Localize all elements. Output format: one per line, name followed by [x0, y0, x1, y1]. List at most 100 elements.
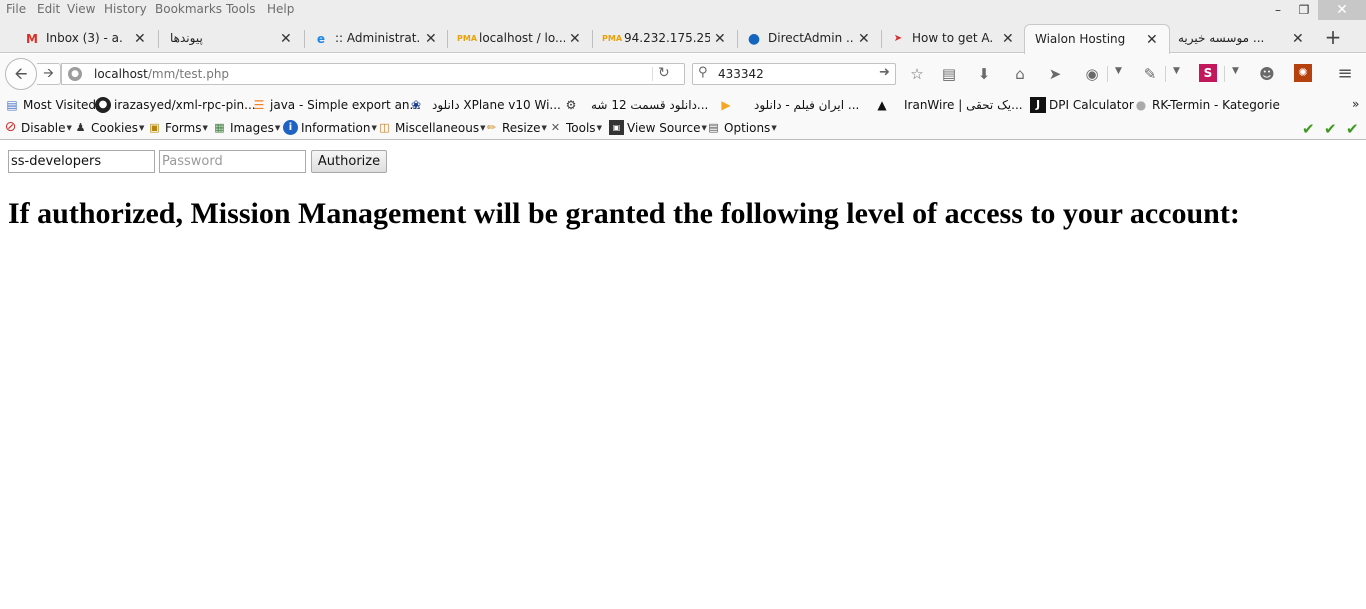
- menu-view[interactable]: View: [67, 2, 95, 16]
- tab-title: Wialon Hosting: [1035, 32, 1126, 46]
- tab-separator: [592, 30, 593, 48]
- checkmark-icon[interactable]: ✔: [1324, 120, 1337, 138]
- directadmin-icon: ●: [747, 31, 761, 47]
- close-icon[interactable]: ✕: [858, 31, 870, 47]
- checkmark-icon[interactable]: ✔: [1346, 120, 1359, 138]
- back-button[interactable]: 🡨: [5, 58, 37, 90]
- chevron-down-icon[interactable]: ▼: [1232, 66, 1239, 76]
- dev-cookies-menu[interactable]: ♟ Cookies▼: [73, 120, 145, 138]
- dev-menu-label: Cookies: [91, 120, 138, 135]
- forward-button[interactable]: 🡪: [37, 63, 61, 85]
- reload-icon[interactable]: ↻: [658, 65, 670, 81]
- navigation-toolbar: 🡨 🡪 ● localhost/mm/test.php ↻ ⚲ 433342 ➜…: [0, 54, 1366, 94]
- url-divider: [652, 67, 653, 81]
- url-text[interactable]: localhost/mm/test.php: [94, 67, 229, 81]
- hamburger-menu-icon[interactable]: ≡: [1335, 64, 1355, 84]
- menu-bookmarks[interactable]: Bookmarks: [155, 2, 222, 16]
- authorize-button[interactable]: Authorize: [311, 150, 387, 173]
- bookmark-rk-termin[interactable]: ● RK-Termin - Kategorie: [1133, 97, 1280, 115]
- username-field[interactable]: [8, 150, 155, 173]
- firebug-icon[interactable]: ✺: [1294, 64, 1312, 82]
- chevron-down-icon[interactable]: ▼: [1173, 66, 1180, 76]
- dev-resize-menu[interactable]: ✏ Resize▼: [484, 120, 547, 138]
- send-icon[interactable]: ➤: [1045, 64, 1065, 84]
- bookmark-github[interactable]: ● irazasyed/xml-rpc-pin...: [95, 97, 256, 115]
- stackoverflow-icon: ☰: [253, 98, 265, 112]
- restore-icon[interactable]: ❐: [1291, 0, 1317, 20]
- forms-icon: ▣: [149, 121, 160, 134]
- menu-help[interactable]: Help: [267, 2, 294, 16]
- dev-information-menu[interactable]: i Information▼: [283, 120, 377, 138]
- close-icon[interactable]: ✕: [1292, 31, 1304, 47]
- menu-file[interactable]: File: [6, 2, 26, 16]
- close-icon[interactable]: ✕: [1146, 32, 1158, 48]
- dev-miscellaneous-menu[interactable]: ◫ Miscellaneous▼: [377, 120, 485, 138]
- close-icon[interactable]: ✕: [280, 31, 292, 47]
- close-icon[interactable]: ✕: [1002, 31, 1014, 47]
- triangle-icon: ▲: [877, 98, 887, 112]
- minimize-icon[interactable]: –: [1265, 0, 1291, 20]
- menu-history[interactable]: History: [104, 2, 147, 16]
- web-developer-toolbar: ⊘ Disable▼ ♟ Cookies▼ ▣ Forms▼ ▦ Images▼ i In…: [0, 117, 1366, 140]
- close-icon[interactable]: ✕: [569, 31, 581, 47]
- tab-links[interactable]: پیوندها ✕: [170, 25, 296, 53]
- close-icon[interactable]: ✕: [134, 31, 146, 47]
- close-icon[interactable]: ✕: [425, 31, 437, 47]
- tab-inbox[interactable]: M Inbox (3) - a... ✕: [24, 25, 150, 53]
- dev-menu-label: Options: [724, 120, 771, 135]
- tab-administrator[interactable]: e :: Administrat... ✕: [313, 25, 439, 53]
- transformers-icon: ⚙: [565, 98, 577, 112]
- dev-disable-menu[interactable]: ⊘ Disable▼: [3, 120, 72, 138]
- dev-menu-label: Images: [230, 120, 274, 135]
- password-field[interactable]: [159, 150, 306, 173]
- dev-tools-menu[interactable]: ✕ Tools▼: [548, 120, 602, 138]
- tab-charity[interactable]: موسسه خیریه ... ✕: [1178, 25, 1308, 53]
- bookmark-label: دانلود قسمت 12 شه...: [591, 98, 709, 112]
- dev-view-source-menu[interactable]: ▣ View Source▼: [609, 120, 707, 138]
- close-window-icon[interactable]: ✕: [1318, 0, 1366, 20]
- chevron-down-icon[interactable]: ▼: [1115, 66, 1122, 76]
- tab-title: پیوندها: [170, 31, 203, 45]
- eye-icon[interactable]: ◉: [1082, 64, 1102, 84]
- bookmark-star-icon[interactable]: ☆: [907, 64, 927, 84]
- tab-localhost-phpmyadmin[interactable]: PMA localhost / lo... ✕: [457, 25, 583, 53]
- dev-forms-menu[interactable]: ▣ Forms▼: [147, 120, 208, 138]
- chat-icon[interactable]: ☻: [1257, 64, 1277, 84]
- dev-images-menu[interactable]: ▦ Images▼: [212, 120, 280, 138]
- tab-directadmin[interactable]: ● DirectAdmin ... ✕: [746, 25, 872, 53]
- search-input[interactable]: 433342: [718, 67, 764, 81]
- pipette-icon[interactable]: ✎: [1140, 64, 1160, 84]
- downloads-icon[interactable]: ⬇: [974, 64, 994, 84]
- search-bar[interactable]: ⚲ 433342 ➜: [692, 63, 896, 85]
- bookmark-download-episode[interactable]: ⚙ دانلود قسمت 12 شه...: [563, 97, 709, 115]
- bookmark-most-visited[interactable]: ▤ Most Visited: [4, 97, 96, 115]
- images-icon: ▦: [214, 121, 225, 134]
- url-bar[interactable]: ● localhost/mm/test.php ↻: [61, 63, 685, 85]
- bookmark-dpi-calculator[interactable]: J DPI Calculator: [1030, 97, 1134, 115]
- dev-options-menu[interactable]: ▤ Options▼: [706, 120, 776, 138]
- dev-menu-label: Miscellaneous: [395, 120, 480, 135]
- reading-list-icon[interactable]: ▤: [939, 64, 959, 84]
- tab-how-to-get[interactable]: ➤ How to get A... ✕: [890, 25, 1016, 53]
- tab-wialon-hosting[interactable]: Wialon Hosting ✕: [1024, 24, 1170, 54]
- search-go-icon[interactable]: ➜: [879, 65, 890, 80]
- home-icon[interactable]: ⌂: [1010, 64, 1030, 84]
- page-heading: If authorized, Mission Management will b…: [8, 197, 1240, 230]
- tab-remote-phpmyadmin[interactable]: PMA 94.232.175.25... ✕: [602, 25, 728, 53]
- close-icon[interactable]: ✕: [714, 31, 726, 47]
- new-tab-button[interactable]: +: [1322, 25, 1344, 49]
- bookmark-java[interactable]: ☰ java - Simple export an...: [251, 97, 421, 115]
- s-addon-icon[interactable]: S: [1199, 64, 1217, 82]
- bookmarks-overflow-icon[interactable]: »: [1352, 97, 1359, 111]
- dev-menu-label: Resize: [502, 120, 541, 135]
- checkmark-icon[interactable]: ✔: [1302, 120, 1315, 138]
- view-source-icon: ▣: [609, 120, 624, 135]
- menu-edit[interactable]: Edit: [37, 2, 60, 16]
- bookmark-xplane[interactable]: ❀ دانلود XPlane v10 Wi...: [408, 97, 561, 115]
- most-visited-icon: ▤: [6, 98, 18, 112]
- bookmark-iran-film[interactable]: ▶ ایران فیلم - دانلود ...: [718, 97, 859, 115]
- search-icon: ⚲: [698, 65, 708, 80]
- bookmark-iranwire[interactable]: ▲ IranWire | یک تحقی...: [874, 97, 1022, 115]
- menu-tools[interactable]: Tools: [226, 2, 256, 16]
- github-icon: ●: [95, 97, 111, 113]
